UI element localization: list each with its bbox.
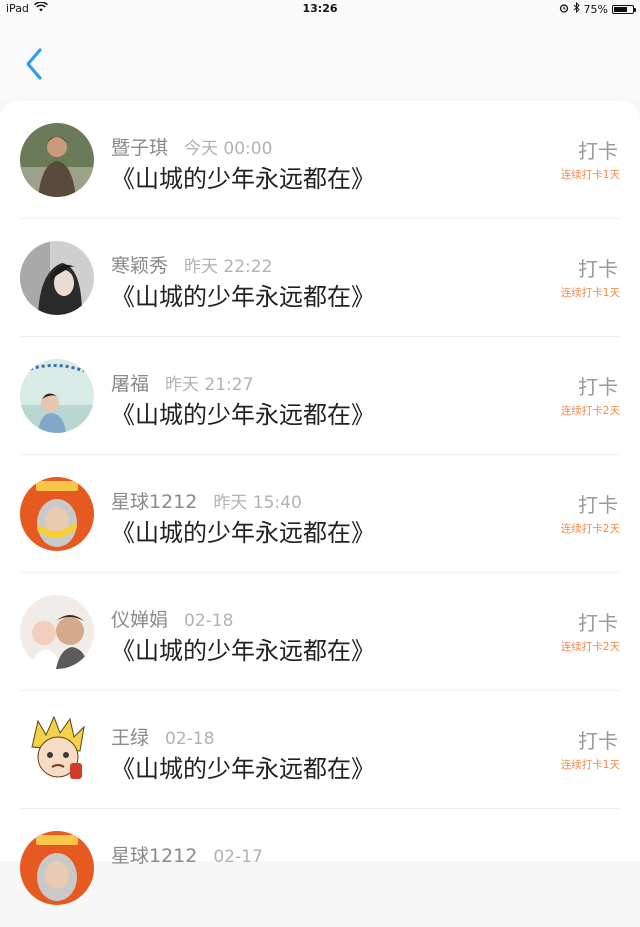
battery-level: [614, 6, 627, 12]
post-time: 昨天 22:22: [184, 257, 273, 277]
status-bar: iPad 13:26 75%: [0, 0, 640, 18]
streak-label: 连续打卡1天: [560, 759, 620, 771]
streak-label: 连续打卡2天: [560, 523, 620, 535]
checkin-button[interactable]: 打卡: [578, 135, 618, 164]
user-name: 寒颖秀: [111, 255, 169, 277]
avatar: [20, 123, 94, 197]
user-name: 王绿: [111, 727, 150, 749]
user-name: 仪婵娟: [111, 609, 169, 631]
list-item[interactable]: 暨子琪 今天 00:00 《山城的少年永远都在》 打卡 连续打卡1天: [0, 101, 640, 219]
streak-label: 连续打卡2天: [560, 641, 620, 653]
list-item[interactable]: 屠福 昨天 21:27 《山城的少年永远都在》 打卡 连续打卡2天: [0, 337, 640, 455]
post-time: 02-18: [165, 729, 215, 749]
bluetooth-icon: [573, 1, 580, 16]
alarm-icon: [559, 3, 569, 16]
avatar: [20, 713, 94, 787]
checkin-button[interactable]: 打卡: [578, 489, 618, 518]
post-time: 02-17: [213, 847, 263, 867]
checkin-list: 暨子琪 今天 00:00 《山城的少年永远都在》 打卡 连续打卡1天 寒颖秀 昨天 …: [0, 101, 640, 905]
post-time: 昨天 21:27: [165, 375, 254, 395]
list-item[interactable]: 寒颖秀 昨天 22:22 《山城的少年永远都在》 打卡 连续打卡1天: [0, 219, 640, 337]
avatar: [20, 241, 94, 315]
post-time: 02-18: [184, 611, 234, 631]
checkin-button[interactable]: 打卡: [578, 253, 618, 282]
user-name: 星球1212: [111, 491, 198, 513]
book-title: 《山城的少年永远都在》: [111, 165, 375, 193]
checkin-button[interactable]: 打卡: [578, 371, 618, 400]
streak-label: 连续打卡1天: [560, 169, 620, 181]
checkin-button[interactable]: 打卡: [578, 607, 618, 636]
streak-label: 连续打卡2天: [560, 405, 620, 417]
avatar: [20, 477, 94, 551]
clock: 13:26: [302, 2, 338, 15]
navigation-bar: [0, 18, 640, 98]
book-title: 《山城的少年永远都在》: [111, 283, 375, 311]
list-item[interactable]: 王绿 02-18 《山城的少年永远都在》 打卡 连续打卡1天: [0, 691, 640, 809]
checkin-button[interactable]: 打卡: [578, 725, 618, 754]
list-item[interactable]: 星球1212 02-17: [0, 809, 640, 927]
avatar: [20, 359, 94, 433]
user-name: 暨子琪: [111, 137, 169, 159]
book-title: 《山城的少年永远都在》: [111, 637, 375, 665]
battery-percent: 75%: [583, 2, 608, 16]
post-time: 今天 00:00: [184, 139, 273, 159]
streak-label: 连续打卡1天: [560, 287, 620, 299]
book-title: 《山城的少年永远都在》: [111, 519, 375, 547]
list-item[interactable]: 仪婵娟 02-18 《山城的少年永远都在》 打卡 连续打卡2天: [0, 573, 640, 691]
chevron-left-icon: [26, 48, 42, 80]
post-time: 昨天 15:40: [213, 493, 302, 513]
user-name: 星球1212: [111, 845, 198, 867]
avatar: [20, 595, 94, 669]
avatar: [20, 831, 94, 905]
back-button[interactable]: [20, 44, 50, 84]
book-title: 《山城的少年永远都在》: [111, 755, 375, 783]
battery-icon: [612, 4, 636, 14]
book-title: 《山城的少年永远都在》: [111, 401, 375, 429]
list-item[interactable]: 星球1212 昨天 15:40 《山城的少年永远都在》 打卡 连续打卡2天: [0, 455, 640, 573]
user-name: 屠福: [111, 373, 150, 395]
